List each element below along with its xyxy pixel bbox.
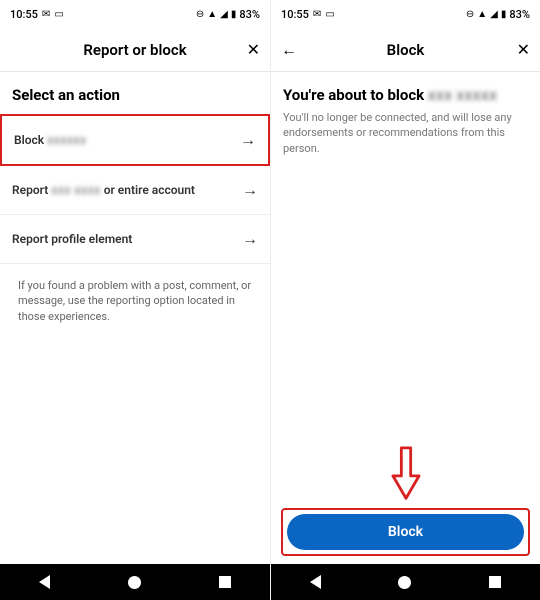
arrow-right-icon: → — [242, 180, 258, 200]
content: Select an action Block xxxxxx → Report x… — [0, 72, 270, 564]
status-right: ⊖ ▲ ◢ ▮ 83% — [466, 8, 530, 21]
back-icon[interactable]: ← — [281, 40, 297, 60]
messages-icon: ▭ — [325, 9, 334, 20]
block-button[interactable]: Block — [287, 514, 524, 550]
action-label-suffix: or entire account — [104, 183, 195, 197]
screen-report-or-block: 10:55 ✉ ▭ ⊖ ▲ ◢ ▮ 83% Report or block ✕ … — [0, 0, 270, 600]
dnd-icon: ⊖ — [196, 9, 204, 20]
arrow-right-icon: → — [242, 229, 258, 249]
page-title: Report or block — [0, 41, 270, 59]
signal-icon: ◢ — [490, 9, 498, 20]
annotation-highlight: Block — [281, 508, 530, 556]
action-block-user[interactable]: Block xxxxxx → — [0, 114, 270, 166]
status-time: 10:55 — [10, 8, 38, 21]
status-right: ⊖ ▲ ◢ ▮ 83% — [196, 8, 260, 21]
nav-home-icon[interactable] — [128, 576, 141, 589]
action-report-profile-element[interactable]: Report profile element → — [0, 215, 270, 264]
action-report-account[interactable]: Report xxx xxxx or entire account → — [0, 166, 270, 215]
status-time: 10:55 — [281, 8, 309, 21]
wifi-icon: ▲ — [477, 9, 487, 20]
action-list: Block xxxxxx → Report xxx xxxx or entire… — [0, 114, 270, 264]
gmail-icon: ✉ — [313, 9, 321, 20]
screen-block-confirm: 10:55 ✉ ▭ ⊖ ▲ ◢ ▮ 83% ← Block ✕ You're a… — [270, 0, 540, 600]
action-label: Block — [14, 133, 44, 147]
battery-icon: ▮ — [501, 9, 507, 20]
messages-icon: ▭ — [54, 9, 63, 20]
nav-back-icon[interactable] — [39, 575, 50, 589]
status-battery: 83% — [239, 8, 260, 21]
arrow-right-icon: → — [240, 130, 256, 150]
redacted-name: xxx xxxxx — [428, 86, 497, 104]
nav-home-icon[interactable] — [398, 576, 411, 589]
bottom-area: Block — [271, 508, 540, 564]
action-label: Report profile element — [12, 232, 132, 246]
status-left: 10:55 ✉ ▭ — [10, 8, 64, 21]
page-title: Block — [271, 41, 540, 59]
helper-text: If you found a problem with a post, comm… — [12, 264, 258, 338]
redacted-name: xxx xxxx — [51, 183, 100, 197]
block-description: You'll no longer be connected, and will … — [283, 110, 528, 156]
section-title: Select an action — [12, 86, 258, 104]
status-left: 10:55 ✉ ▭ — [281, 8, 335, 21]
status-battery: 83% — [509, 8, 530, 21]
redacted-name: xxxxxx — [47, 133, 86, 147]
block-heading: You're about to block xxx xxxxx — [283, 86, 528, 104]
block-heading-text: You're about to block — [283, 86, 424, 104]
android-navbar — [0, 564, 270, 600]
battery-icon: ▮ — [231, 9, 237, 20]
topbar: Report or block ✕ — [0, 28, 270, 72]
arrow-down-icon — [387, 446, 425, 502]
signal-icon: ◢ — [220, 9, 228, 20]
nav-recent-icon[interactable] — [219, 576, 231, 588]
status-bar: 10:55 ✉ ▭ ⊖ ▲ ◢ ▮ 83% — [271, 0, 540, 28]
nav-back-icon[interactable] — [310, 575, 321, 589]
nav-recent-icon[interactable] — [489, 576, 501, 588]
wifi-icon: ▲ — [207, 9, 217, 20]
topbar: ← Block ✕ — [271, 28, 540, 72]
close-icon[interactable]: ✕ — [517, 40, 530, 59]
annotation-arrow — [271, 446, 540, 502]
content: You're about to block xxx xxxxx You'll n… — [271, 72, 540, 446]
dnd-icon: ⊖ — [466, 9, 474, 20]
close-icon[interactable]: ✕ — [247, 40, 260, 59]
status-bar: 10:55 ✉ ▭ ⊖ ▲ ◢ ▮ 83% — [0, 0, 270, 28]
gmail-icon: ✉ — [42, 9, 50, 20]
action-label-prefix: Report — [12, 183, 48, 197]
android-navbar — [271, 564, 540, 600]
